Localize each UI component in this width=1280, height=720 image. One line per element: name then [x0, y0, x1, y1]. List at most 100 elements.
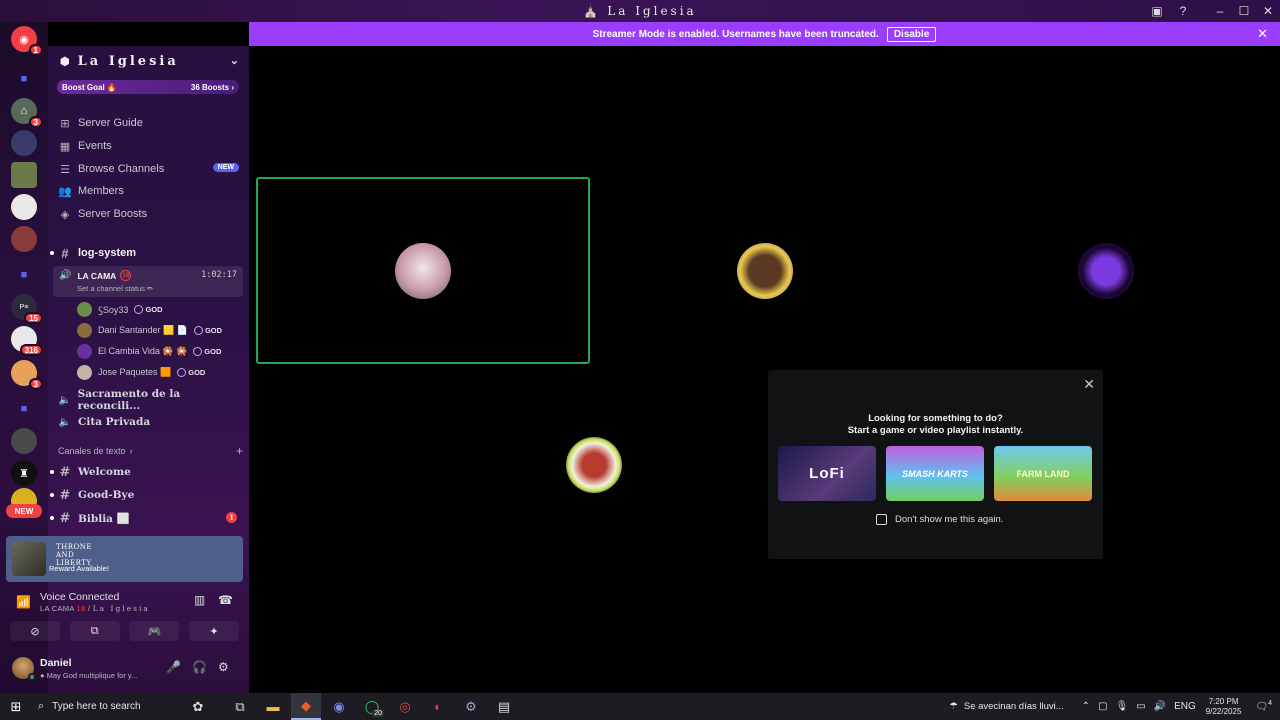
new-servers-pill[interactable]: NEW [6, 504, 42, 518]
taskbar-search[interactable]: ⌕ Type here to search [32, 693, 172, 720]
category-text-channels[interactable]: Canales de texto › + [58, 444, 243, 458]
participant-tile[interactable] [597, 177, 932, 364]
activity-card-lofi[interactable]: LoFi [778, 446, 876, 501]
server-icon-3[interactable] [11, 162, 37, 188]
search-icon: ⌕ [38, 700, 45, 712]
network-icon[interactable]: ▭ [1136, 701, 1145, 712]
brave-browser-icon[interactable]: ◆ [291, 693, 321, 720]
channel-status[interactable]: Set a channel status ✏ [77, 284, 153, 293]
voice-member[interactable]: El Cambia Vida 🎇 🎇 GOD [77, 342, 221, 361]
chevron-right-icon: › [129, 446, 133, 456]
tray-app-icon[interactable]: ▢ [1098, 701, 1107, 712]
app-window-icon[interactable]: ▤ [489, 693, 519, 720]
boost-goal-bar[interactable]: Boost Goal 🔥 36 Boosts › [57, 80, 239, 94]
screen-share-button[interactable]: ⧉ [69, 621, 120, 641]
server-icon-6[interactable]: P≡ 15 [11, 294, 43, 324]
server-icon-7[interactable]: 316 [11, 326, 43, 356]
dont-show-checkbox[interactable]: Don't show me this again. [876, 514, 1003, 525]
headphones-icon[interactable]: 🎧 [192, 660, 207, 674]
close-prompt-icon[interactable]: ✕ [1083, 376, 1095, 393]
avatar [77, 323, 92, 338]
notification-icon[interactable]: 🗨4 [1255, 700, 1272, 712]
weather-widget[interactable]: ☂ Se avecinan días lluvi... [949, 701, 1063, 712]
widget-icon[interactable]: ✿ [175, 693, 221, 720]
server-icon-4[interactable] [11, 194, 37, 220]
server-icon-2[interactable] [11, 130, 37, 156]
camera-off-button[interactable]: ⊘ [10, 621, 60, 641]
reward-card[interactable]: THRONE AND LIBERTY Reward Available! [6, 536, 243, 582]
add-channel-icon[interactable]: + [236, 444, 243, 458]
call-timer: 1:02:17 [201, 270, 237, 280]
activity-card-smash-karts[interactable]: SMASH KARTS [886, 446, 984, 501]
hash-icon: # [59, 510, 71, 526]
discord-home-icon[interactable]: ◉ 1 [11, 26, 43, 56]
server-icon-10[interactable]: ♜ [11, 460, 37, 486]
voice-member[interactable]: ꚂSoy33 GOD [77, 300, 163, 319]
whatsapp-icon[interactable]: ◯ 20 [357, 693, 387, 720]
windows-start-icon[interactable]: ⊞ [0, 693, 32, 720]
nav-members[interactable]: 👥 Members [58, 181, 243, 201]
participant-avatar [1077, 242, 1134, 299]
microphone-tray-icon[interactable]: 🎙 [1116, 701, 1129, 712]
checkbox-box[interactable] [876, 514, 887, 525]
channel-biblia[interactable]: # Biblia ⬜ 1 [50, 508, 243, 528]
language-indicator[interactable]: ENG [1174, 701, 1196, 712]
calendar-icon: ▦ [59, 140, 71, 153]
voice-connected-panel: 📶 Voice Connected LA CAMA 18 / La Iglesi… [6, 585, 243, 645]
chrome-icon[interactable]: ◎ [390, 693, 420, 720]
server-badge-icon: ⬢ [60, 54, 70, 68]
chevron-up-icon[interactable]: ⌃ [1082, 701, 1090, 712]
activity-button[interactable]: 🎮 [129, 621, 180, 641]
voice-member[interactable]: Jose Paquetes 🟧 GOD [77, 363, 205, 382]
server-icon-8[interactable]: 3 [11, 360, 43, 390]
participant-tile[interactable] [938, 177, 1273, 364]
participant-tile[interactable] [426, 370, 761, 559]
task-view-icon[interactable]: ⧉ [225, 693, 255, 720]
folder-icon-2[interactable]: ■ [11, 262, 37, 288]
close-window-button[interactable]: ✕ [1256, 0, 1280, 22]
noise-suppression-icon[interactable]: ▥ [194, 593, 205, 607]
obs-icon[interactable]: ◐ [423, 693, 453, 720]
chevron-down-icon[interactable]: ⌄ [230, 54, 239, 67]
folder-icon[interactable]: ■ [11, 66, 37, 92]
disable-streamer-button[interactable]: Disable [886, 26, 937, 42]
nav-events[interactable]: ▦ Events [58, 136, 243, 156]
channel-welcome[interactable]: # Welcome [50, 462, 243, 482]
soundboard-button[interactable]: ✦ [188, 621, 239, 641]
participant-tile[interactable] [256, 177, 590, 364]
steam-icon[interactable]: ⚙ [456, 693, 486, 720]
help-icon[interactable]: ? [1172, 0, 1194, 22]
nav-server-boosts[interactable]: ◈ Server Boosts [58, 204, 243, 224]
avatar [77, 344, 92, 359]
channel-log-system[interactable]: # log-system [50, 243, 243, 263]
username[interactable]: Daniel [40, 657, 72, 669]
discord-taskbar-icon[interactable]: ◉ [324, 693, 354, 720]
microphone-icon[interactable]: 🎤 [166, 660, 181, 674]
voice-stage: ✕ Looking for something to do? Start a g… [249, 46, 1280, 693]
voice-connected-title[interactable]: Voice Connected [40, 591, 119, 603]
server-header[interactable]: ⬢ La Iglesia ⌄ [48, 46, 249, 76]
nav-browse-channels[interactable]: ☰ Browse Channels NEW [58, 159, 243, 179]
voice-member[interactable]: Dani Santander 🟨 📄 GOD [77, 321, 222, 340]
nav-server-guide[interactable]: ⊞ Server Guide [58, 113, 243, 133]
close-banner-icon[interactable]: ✕ [1257, 26, 1268, 42]
inbox-icon[interactable]: ▣ [1146, 0, 1168, 22]
activity-card-farm-land[interactable]: FARM LAND [994, 446, 1092, 501]
channel-voice-sacramento[interactable]: 🔈 Sacramento de la reconcili... [56, 388, 243, 412]
folder-icon-3[interactable]: ■ [11, 396, 37, 422]
voice-connected-sub[interactable]: LA CAMA 18 / La Iglesia [40, 604, 150, 613]
server-icon-9[interactable] [11, 428, 37, 454]
volume-icon[interactable]: 🔊 [1154, 701, 1166, 712]
taskbar-clock[interactable]: 7:20 PM 9/22/2025 [1206, 697, 1242, 717]
disconnect-icon[interactable]: ☎ [218, 593, 233, 607]
channel-good-bye[interactable]: # Good-Bye [50, 485, 243, 505]
server-icon-5[interactable] [11, 226, 37, 252]
minimize-button[interactable]: – [1208, 0, 1232, 22]
file-explorer-icon[interactable]: ▬ [258, 693, 288, 720]
gear-icon[interactable]: ⚙ [218, 660, 229, 674]
maximize-button[interactable]: ☐ [1232, 0, 1256, 22]
hash-icon: # [59, 487, 71, 503]
server-icon-1[interactable]: ⌂ 3 [11, 98, 43, 128]
channel-voice-cita-privada[interactable]: 🔈 Cita Privada [56, 412, 243, 432]
voice-channel-active[interactable]: 🔊 LA CAMA 18 1:02:17 Set a channel status … [53, 266, 243, 297]
